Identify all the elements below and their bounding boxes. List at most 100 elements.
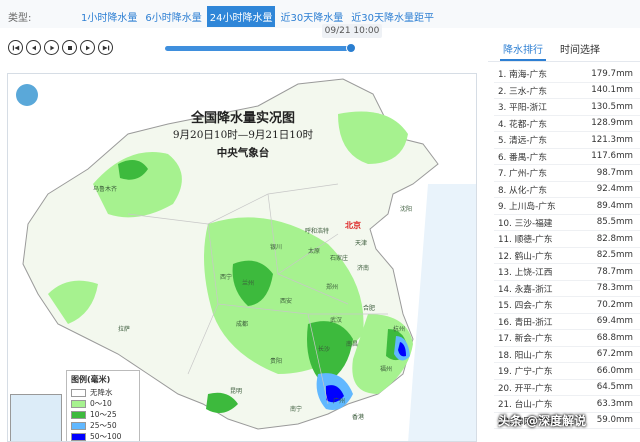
station-value: 59.0mm xyxy=(596,415,633,426)
active-tab-indicator xyxy=(500,59,546,61)
legend-swatch xyxy=(71,410,86,419)
ranking-row[interactable]: 7. 广州-广东 98.7mm xyxy=(494,165,640,182)
city-label: 福州 xyxy=(380,366,393,373)
city-label: 长沙 xyxy=(318,346,331,353)
station-value: 69.4mm xyxy=(596,316,633,327)
ranking-row[interactable]: 4. 花都-广东 128.9mm xyxy=(494,116,640,132)
city-label: 南宁 xyxy=(290,406,303,413)
first-frame-button[interactable] xyxy=(8,40,23,55)
type-tab-6h[interactable]: 6小时降水量 xyxy=(142,6,204,27)
legend-item: 25～50 xyxy=(71,420,135,431)
station-name: 4. 花都-广东 xyxy=(498,119,547,130)
map-legend: 图例(毫米) 无降水 0～10 10～25 25～50 50～100 xyxy=(66,370,140,441)
city-label: 济南 xyxy=(357,265,370,272)
station-value: 179.7mm xyxy=(591,68,633,79)
map-title: 全国降水量实况图 xyxy=(190,111,295,126)
city-label: 银川 xyxy=(270,244,283,251)
station-name: 1. 南海-广东 xyxy=(498,70,547,81)
city-label: 天津 xyxy=(355,240,368,247)
city-label: 郑州 xyxy=(326,284,339,291)
ranking-row[interactable]: 2. 三水-广东 140.1mm xyxy=(494,83,640,99)
timeline-track[interactable] xyxy=(165,46,355,51)
capital-label: 北京 xyxy=(345,221,361,230)
ranking-row[interactable]: 13. 上饶-江西 78.7mm xyxy=(494,264,640,281)
play-button[interactable] xyxy=(44,40,59,55)
ranking-row[interactable]: 17. 新会-广东 68.8mm xyxy=(494,330,640,347)
ranking-row[interactable]: 16. 青田-浙江 69.4mm xyxy=(494,314,640,330)
next-frame-button[interactable] xyxy=(80,40,95,55)
city-label: 兰州 xyxy=(242,280,255,287)
ranking-row[interactable]: 15. 四会-广东 70.2mm xyxy=(494,297,640,314)
city-label: 贵阳 xyxy=(270,358,283,365)
station-value: 140.1mm xyxy=(591,85,633,96)
city-label: 西安 xyxy=(280,298,293,305)
station-value: 63.3mm xyxy=(596,398,633,409)
ranking-row[interactable]: 3. 平阳-浙江 130.5mm xyxy=(494,99,640,116)
city-label: 杭州 xyxy=(393,326,406,333)
legend-label: 无降水 xyxy=(90,388,113,397)
skip-first-icon xyxy=(12,45,19,50)
type-selector-bar: 类型: 1小时降水量 6小时降水量 24小时降水量 近30天降水量 近30天降水… xyxy=(0,0,640,28)
ranking-tabs: 降水排行 时间选择 xyxy=(488,30,640,62)
ranking-row[interactable]: 18. 阳山-广东 67.2mm xyxy=(494,347,640,363)
ranking-row[interactable]: 20. 开平-广东 64.5mm xyxy=(494,380,640,396)
legend-label: 0～10 xyxy=(90,399,112,408)
legend-swatch xyxy=(71,388,86,397)
ranking-row[interactable]: 14. 永嘉-浙江 78.3mm xyxy=(494,281,640,297)
ranking-row[interactable]: 9. 上川岛-广东 89.4mm xyxy=(494,198,640,215)
tab-precip-ranking[interactable]: 降水排行 xyxy=(503,41,543,56)
station-value: 82.8mm xyxy=(596,233,633,244)
map-subtitle: 9月20日10时—9月21日10时 xyxy=(172,129,314,141)
ranking-panel: 降水排行 时间选择 1. 南海-广东 179.7mm 2. 三水-广东 140.1m… xyxy=(488,30,640,442)
station-value: 98.7mm xyxy=(596,167,633,178)
stop-icon xyxy=(67,45,72,50)
ranking-row[interactable]: 12. 鹤山-广东 82.5mm xyxy=(494,248,640,264)
time-tooltip: 09/21 10:00 xyxy=(322,24,382,38)
station-name: 10. 三沙-福建 xyxy=(498,218,553,229)
station-name: 5. 清远-广东 xyxy=(498,136,547,147)
city-label: 拉萨 xyxy=(118,326,131,333)
playback-controls xyxy=(8,40,113,60)
stop-button[interactable] xyxy=(62,40,77,55)
legend-label: 50～100 xyxy=(90,432,122,441)
legend-swatch xyxy=(71,432,86,441)
previous-frame-button[interactable] xyxy=(26,40,41,55)
last-frame-button[interactable] xyxy=(98,40,113,55)
legend-item: 0～10 xyxy=(71,398,135,409)
station-name: 7. 广州-广东 xyxy=(498,169,547,180)
city-label: 乌鲁木齐 xyxy=(93,186,118,193)
ranking-row[interactable]: 11. 顺德-广东 82.8mm xyxy=(494,231,640,248)
station-value: 67.2mm xyxy=(596,349,633,360)
play-icon xyxy=(49,45,54,50)
type-tab-1h[interactable]: 1小时降水量 xyxy=(78,6,140,27)
type-tab-24h[interactable]: 24小时降水量 xyxy=(206,6,276,27)
legend-item: 无降水 xyxy=(71,387,135,398)
ranking-row[interactable]: 10. 三沙-福建 85.5mm xyxy=(494,215,640,231)
station-value: 66.0mm xyxy=(596,365,633,376)
station-value: 78.3mm xyxy=(596,283,633,294)
ranking-row[interactable]: 6. 番禺-广东 117.6mm xyxy=(494,149,640,165)
station-name: 20. 开平-广东 xyxy=(498,383,553,394)
ranking-row[interactable]: 21. 台山-广东 63.3mm xyxy=(494,396,640,413)
ranking-row[interactable]: 8. 从化-广东 92.4mm xyxy=(494,182,640,198)
tab-time-select[interactable]: 时间选择 xyxy=(560,41,600,56)
station-name: 8. 从化-广东 xyxy=(498,185,547,196)
ranking-row[interactable]: 5. 清远-广东 121.3mm xyxy=(494,132,640,149)
ranking-row[interactable]: 19. 广宁-广东 66.0mm xyxy=(494,363,640,380)
next-icon xyxy=(85,45,90,50)
city-label: 呼和浩特 xyxy=(305,228,330,235)
station-name: 13. 上饶-江西 xyxy=(498,268,553,279)
south-china-sea-inset xyxy=(10,394,62,441)
legend-item: 50～100 xyxy=(71,431,135,441)
city-label: 广州 xyxy=(333,398,346,405)
city-label: 石家庄 xyxy=(330,255,349,262)
city-label: 昆明 xyxy=(230,388,243,395)
station-value: 130.5mm xyxy=(591,101,633,112)
station-value: 64.5mm xyxy=(596,382,633,393)
ranking-row[interactable]: 1. 南海-广东 179.7mm xyxy=(494,66,640,83)
legend-item: 10～25 xyxy=(71,409,135,420)
station-name: 16. 青田-浙江 xyxy=(498,317,553,328)
timeline-handle[interactable] xyxy=(346,43,356,53)
previous-icon xyxy=(31,45,36,50)
watermark-text: 头条 @深度解说 xyxy=(498,414,587,428)
